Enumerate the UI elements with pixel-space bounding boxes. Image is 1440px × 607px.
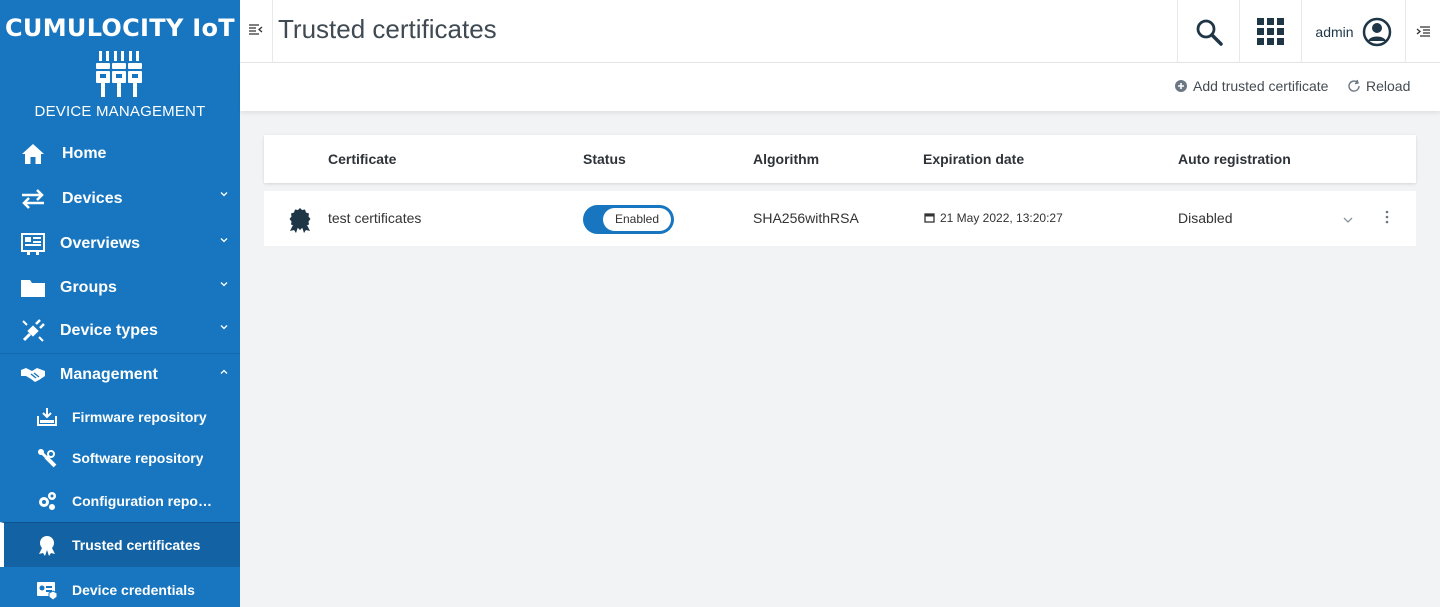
add-trusted-certificate-button[interactable]: Add trusted certificate (1174, 78, 1328, 94)
title-divider (272, 0, 273, 63)
collapse-sidebar-icon[interactable] (248, 22, 264, 38)
app-grid-icon (1256, 17, 1284, 45)
sidebar-item-label: Management (60, 366, 158, 383)
sidebar-item-overviews[interactable]: Overviews (0, 222, 240, 266)
certificate-icon (36, 534, 58, 556)
arrows-exchange-icon (20, 186, 46, 212)
column-header-certificate: Certificate (328, 151, 397, 167)
table-row: test certificates Enabled SHA256withRSA … (264, 191, 1416, 246)
chevron-down-icon (220, 282, 228, 287)
wrench-icon (36, 447, 58, 469)
sidebar-item-trusted-certificates[interactable]: Trusted certificates (0, 522, 240, 567)
user-avatar-icon (1362, 17, 1391, 46)
sidebar-item-label: Groups (60, 278, 117, 296)
plus-circle-icon (1175, 80, 1187, 92)
expand-row-chevron-icon[interactable] (1343, 216, 1353, 224)
search-icon (1196, 19, 1223, 46)
sidebar-item-label: Device credentials (72, 581, 195, 598)
brand: CUMULOCITY IoT DEVICE MANAGEMENT (0, 0, 240, 131)
sidebar-item-management[interactable]: Management (0, 353, 240, 396)
sidebar-item-groups[interactable]: Groups (0, 266, 240, 309)
user-menu-button[interactable]: admin (1301, 0, 1405, 63)
sidebar-item-device-credentials[interactable]: Device credentials (0, 567, 240, 607)
algorithm-value: SHA256withRSA (753, 210, 859, 226)
brand-name: CUMULOCITY IoT (5, 14, 235, 42)
column-header-algorithm: Algorithm (753, 151, 820, 167)
sidebar-item-devices[interactable]: Devices (0, 176, 240, 222)
add-trusted-certificate-label: Add trusted certificate (1193, 78, 1329, 94)
certificate-name[interactable]: test certificates (328, 210, 421, 226)
calendar-icon (924, 213, 935, 223)
chevron-down-icon (220, 192, 228, 197)
search-button[interactable] (1177, 0, 1239, 63)
column-header-auto-registration: Auto registration (1178, 151, 1291, 167)
column-header-status: Status (583, 151, 626, 167)
column-header-expiration-date: Expiration date (923, 151, 1025, 167)
chevron-down-icon (220, 238, 228, 243)
handshake-icon (20, 362, 46, 388)
sidebar-item-label: Device types (60, 322, 158, 339)
header: Trusted certificates admin (240, 0, 1440, 63)
status-toggle-label: Enabled (603, 208, 671, 231)
folder-icon (20, 275, 46, 301)
sidebar-item-device-types[interactable]: Device types (0, 309, 240, 353)
sidebar-item-label: Software repository (72, 450, 204, 466)
more-actions-icon[interactable] (1384, 210, 1390, 224)
chevron-up-icon (220, 369, 228, 374)
gears-icon (36, 490, 58, 512)
sidebar-item-home[interactable]: Home (0, 131, 240, 176)
app-switcher-button[interactable] (1239, 0, 1301, 63)
chevron-down-icon (220, 325, 228, 330)
sidebar: CUMULOCITY IoT DEVICE MANAGEMENT Home De… (0, 0, 240, 607)
sidebar-item-label: Devices (62, 190, 123, 207)
action-bar: Add trusted certificate Reload (240, 63, 1440, 111)
id-card-icon (36, 579, 58, 601)
home-icon (20, 141, 46, 167)
plug-icon (20, 318, 46, 344)
sidebar-item-label: Configuration repository (72, 492, 218, 509)
right-drawer-toggle[interactable] (1405, 0, 1440, 63)
expand-right-drawer-icon (1416, 25, 1430, 37)
table-header: Certificate Status Algorithm Expiration … (264, 135, 1416, 183)
user-name: admin (1315, 23, 1354, 40)
reload-label: Reload (1366, 78, 1411, 94)
refresh-icon (1348, 79, 1360, 92)
expiration-date-value: 21 May 2022, 13:20:27 (940, 211, 1063, 225)
page-title: Trusted certificates (278, 14, 497, 44)
sidebar-item-label: Home (62, 144, 107, 162)
sidebar-item-firmware-repository[interactable]: Firmware repository (0, 396, 240, 437)
brand-subtitle: DEVICE MANAGEMENT (34, 103, 206, 120)
certificate-icon (289, 208, 311, 233)
device-management-logo-icon (96, 51, 142, 97)
sidebar-item-software-repository[interactable]: Software repository (0, 437, 240, 479)
dashboard-icon (20, 231, 46, 257)
sidebar-item-label: Overviews (60, 235, 141, 252)
sidebar-item-label: Trusted certificates (72, 537, 201, 553)
status-toggle[interactable]: Enabled (583, 205, 674, 234)
sidebar-item-label: Firmware repository (72, 408, 207, 425)
reload-button[interactable]: Reload (1347, 78, 1410, 94)
auto-registration-value: Disabled (1178, 210, 1233, 226)
firmware-icon (36, 406, 58, 428)
sidebar-item-configuration-repository[interactable]: Configuration repository (0, 479, 240, 522)
